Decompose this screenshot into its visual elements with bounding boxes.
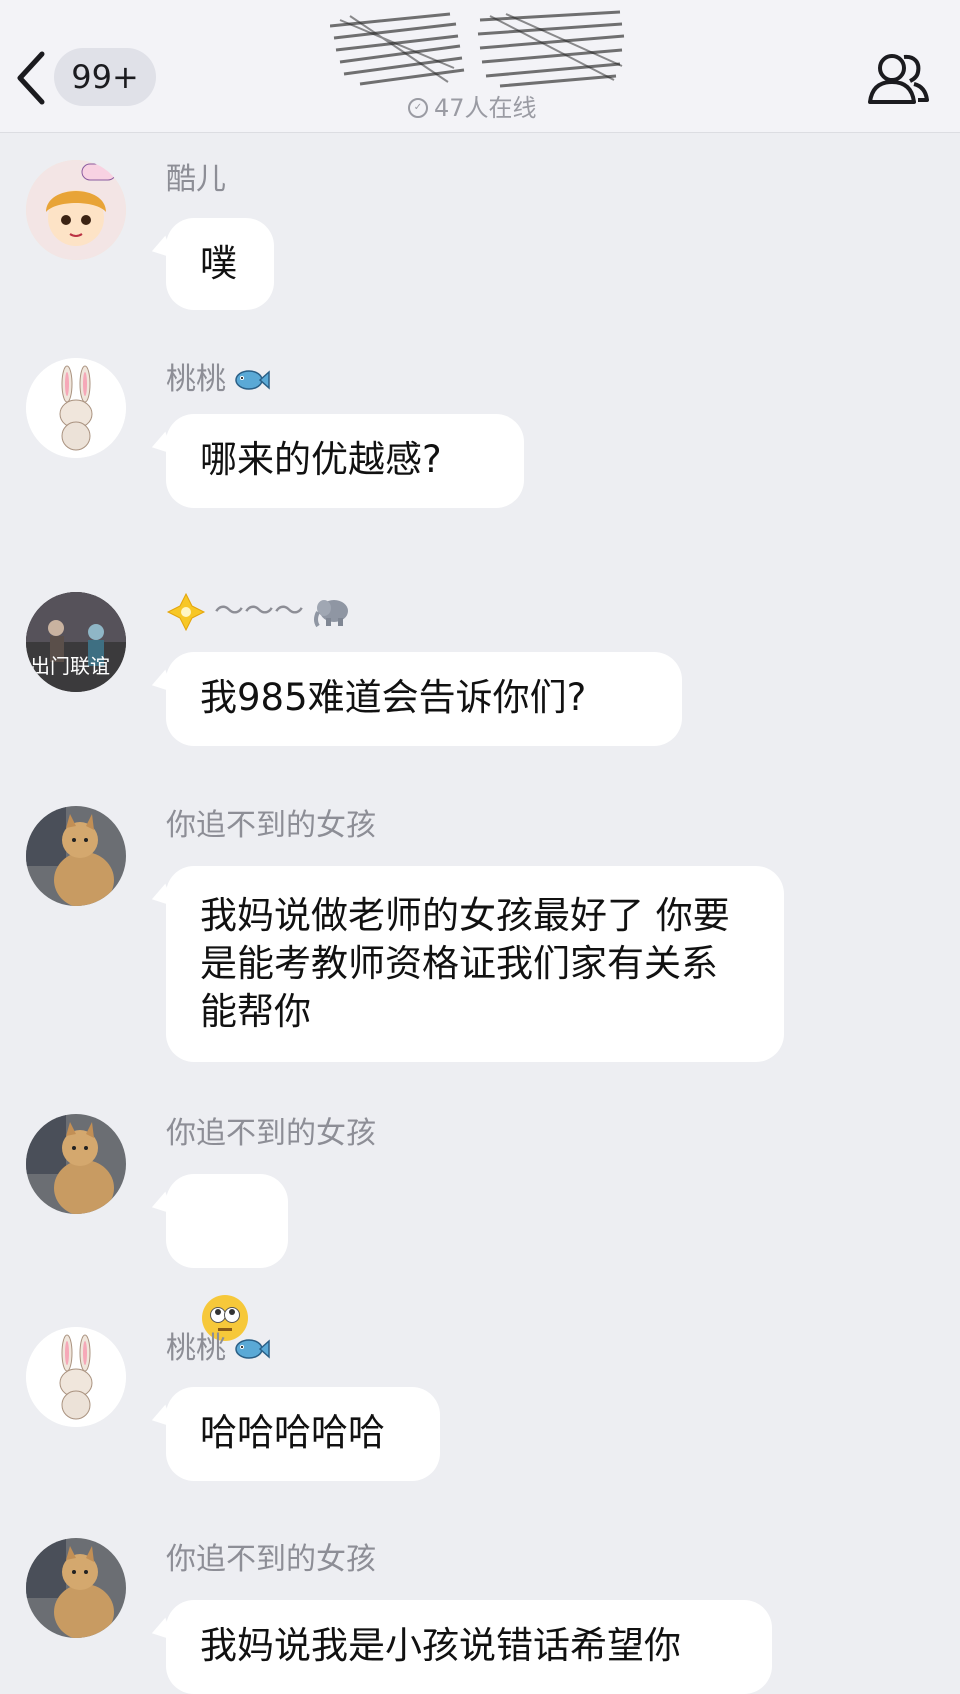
avatar-caption: 出门联谊 bbox=[30, 654, 110, 678]
rabbit-avatar[interactable] bbox=[26, 1327, 126, 1427]
sender-name[interactable]: 你追不到的女孩 bbox=[166, 1540, 376, 1580]
rabbit-avatar[interactable] bbox=[26, 358, 126, 458]
sender-name[interactable]: 你追不到的女孩 bbox=[166, 806, 376, 846]
message-bubble[interactable]: 哪来的优越感? bbox=[166, 414, 524, 508]
chat-header: 99+ ✓ 47人在线 bbox=[0, 0, 960, 133]
message-bubble[interactable]: 噗 bbox=[166, 218, 274, 310]
elephant-icon bbox=[314, 600, 348, 628]
sparkle-star-icon bbox=[166, 592, 206, 632]
sender-name[interactable]: 桃桃 bbox=[166, 1329, 226, 1369]
fish-icon bbox=[235, 370, 270, 390]
sender-name[interactable]: ～～～ bbox=[214, 592, 304, 632]
cat-avatar[interactable] bbox=[26, 1538, 126, 1638]
cat-avatar[interactable] bbox=[26, 806, 126, 906]
online-count-text: 47人在线 bbox=[434, 94, 537, 122]
message-bubble[interactable]: 我985难道会告诉你们? bbox=[166, 652, 682, 746]
sender-name[interactable]: 桃桃 bbox=[166, 360, 226, 400]
online-indicator-icon: ✓ bbox=[408, 98, 428, 118]
game-scene-avatar[interactable]: 出门联谊 bbox=[26, 592, 126, 692]
cartoon-girl-avatar[interactable] bbox=[26, 160, 126, 260]
message-bubble[interactable]: 我妈说做老师的女孩最好了 你要是能考教师资格证我们家有关系能帮你 bbox=[166, 866, 784, 1062]
back-chevron-icon[interactable] bbox=[12, 48, 48, 108]
sender-name[interactable]: 酷儿 bbox=[166, 160, 226, 200]
message-bubble[interactable]: 我妈说我是小孩说错话希望你 bbox=[166, 1600, 772, 1694]
fish-icon bbox=[235, 1339, 270, 1359]
online-status: ✓ 47人在线 bbox=[408, 92, 537, 124]
group-members-icon[interactable] bbox=[866, 48, 930, 108]
unread-count-badge[interactable]: 99+ bbox=[54, 48, 156, 106]
sender-name[interactable]: 你追不到的女孩 bbox=[166, 1114, 376, 1154]
redacted-title-scribble bbox=[330, 10, 625, 88]
message-bubble[interactable] bbox=[166, 1174, 288, 1341]
cat-avatar[interactable] bbox=[26, 1114, 126, 1214]
message-bubble[interactable]: 哈哈哈哈哈 bbox=[166, 1387, 440, 1481]
